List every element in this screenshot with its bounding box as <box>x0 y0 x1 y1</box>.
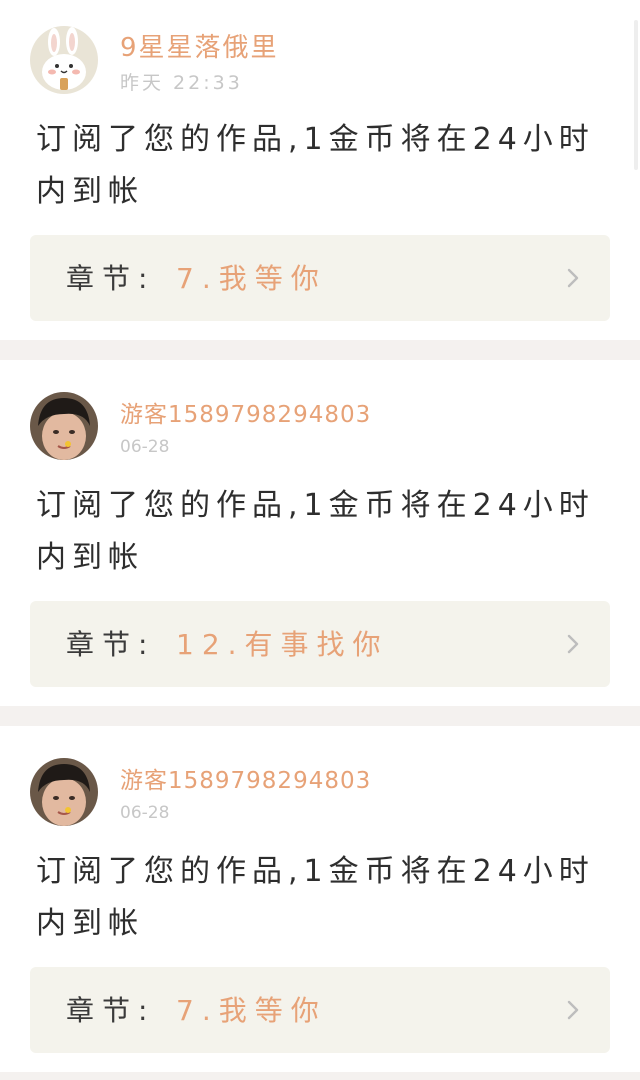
notification-card: 游客1589798294803 06-28 订阅了您的作品,1金币将在24小时内… <box>0 360 640 706</box>
chapter-title: 7.我等你 <box>176 994 327 1027</box>
chapter-label: 章节: <box>66 994 156 1027</box>
chapter-title: 12.有事找你 <box>176 628 389 661</box>
person-photo-avatar-icon <box>30 758 98 826</box>
chapter-label: 章节: <box>66 628 156 661</box>
notification-message: 订阅了您的作品,1金币将在24小时内到帐 <box>36 854 595 941</box>
timestamp: 06-28 <box>120 803 170 823</box>
avatar[interactable] <box>30 26 98 94</box>
chapter-link[interactable]: 章节: 12.有事找你 <box>30 601 610 687</box>
chapter-link[interactable]: 章节: 7.我等你 <box>30 235 610 321</box>
username[interactable]: 游客1589798294803 <box>120 761 371 795</box>
notification-message: 订阅了您的作品,1金币将在24小时内到帐 <box>36 122 595 209</box>
chevron-right-icon <box>567 1000 579 1020</box>
username[interactable]: 9星星落俄里 <box>120 27 279 64</box>
chevron-right-icon <box>567 268 579 288</box>
chevron-right-icon <box>567 634 579 654</box>
timestamp: 昨天 22:33 <box>120 72 243 94</box>
chapter-link[interactable]: 章节: 7.我等你 <box>30 967 610 1053</box>
avatar[interactable] <box>30 758 98 826</box>
notification-card: 9星星落俄里 昨天 22:33 订阅了您的作品,1金币将在24小时内到帐 章节:… <box>0 0 640 340</box>
notification-card: 游客1589798294803 06-28 订阅了您的作品,1金币将在24小时内… <box>0 726 640 1072</box>
chapter-title: 7.我等你 <box>176 262 327 295</box>
person-photo-avatar-icon <box>30 392 98 460</box>
scrollbar[interactable] <box>634 20 638 170</box>
bunny-avatar-icon <box>30 26 98 94</box>
chapter-label: 章节: <box>66 262 156 295</box>
avatar[interactable] <box>30 392 98 460</box>
timestamp: 06-28 <box>120 437 170 457</box>
username[interactable]: 游客1589798294803 <box>120 395 371 429</box>
notification-message: 订阅了您的作品,1金币将在24小时内到帐 <box>36 488 595 575</box>
